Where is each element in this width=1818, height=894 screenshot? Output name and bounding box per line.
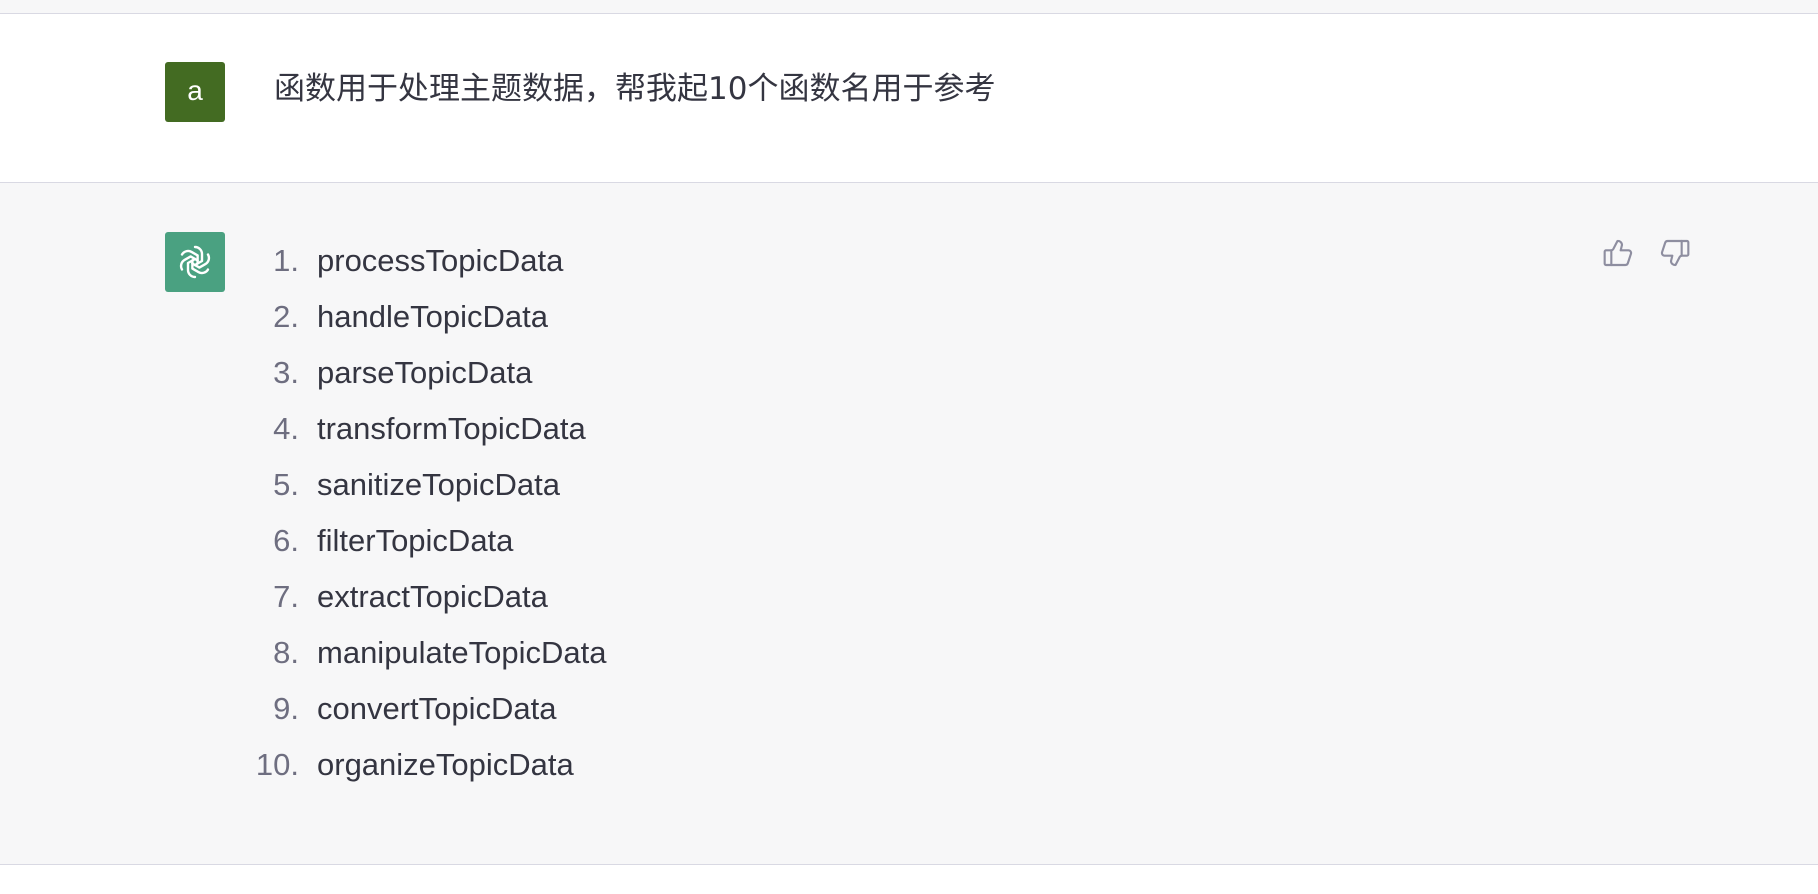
- user-message: a 函数用于处理主题数据，帮我起10个函数名用于参考: [0, 14, 1818, 183]
- list-item-number: 8.: [273, 635, 299, 670]
- list-item-number: 10.: [255, 747, 299, 782]
- assistant-message: 1. processTopicData 2. handleTopicData 3…: [0, 183, 1818, 865]
- list-item-number: 7.: [273, 579, 299, 614]
- list-item-label: manipulateTopicData: [317, 635, 607, 670]
- list-item-label: handleTopicData: [317, 299, 548, 334]
- list-item-label: filterTopicData: [317, 523, 514, 558]
- list-item-number: 2.: [273, 299, 299, 334]
- list-item-label: processTopicData: [317, 243, 564, 278]
- top-divider: [0, 0, 1818, 14]
- list-item-number: 6.: [273, 523, 299, 558]
- user-avatar-letter: a: [187, 75, 203, 106]
- bottom-area: [0, 865, 1818, 894]
- list-item-number: 1.: [273, 243, 299, 278]
- list-item-label: organizeTopicData: [317, 747, 574, 782]
- list-item-label: extractTopicData: [317, 579, 548, 614]
- thumbs-up-button[interactable]: [1600, 235, 1636, 271]
- thumbs-down-button[interactable]: [1657, 235, 1693, 271]
- list-item-number: 5.: [273, 467, 299, 502]
- list-item-number: 3.: [273, 355, 299, 390]
- thumbs-up-icon: [1603, 239, 1633, 267]
- user-avatar: a: [165, 62, 225, 122]
- list-item-label: sanitizeTopicData: [317, 467, 560, 502]
- list-item-label: parseTopicData: [317, 355, 533, 390]
- thumbs-down-icon: [1660, 239, 1690, 267]
- list-item-label: convertTopicData: [317, 691, 557, 726]
- list-item-number: 4.: [273, 411, 299, 446]
- list-item-number: 9.: [273, 691, 299, 726]
- list-item-label: transformTopicData: [317, 411, 586, 446]
- user-message-text: 函数用于处理主题数据，帮我起10个函数名用于参考: [274, 71, 996, 107]
